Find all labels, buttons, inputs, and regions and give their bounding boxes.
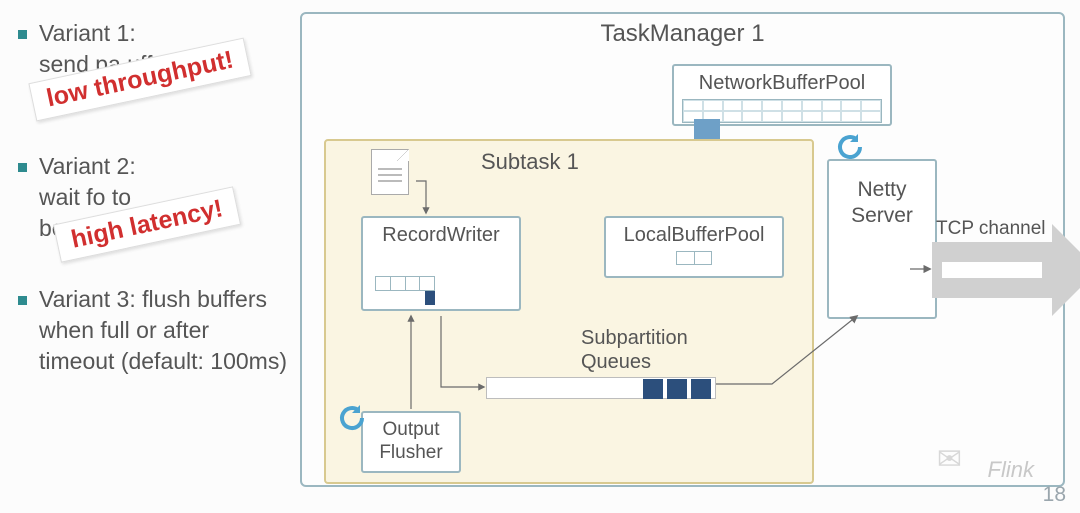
recordwriter-box: RecordWriter xyxy=(361,216,521,311)
subpartition-queue-bar xyxy=(486,377,716,399)
subtask-box: Subtask 1 RecordWriter LocalBufferPool S… xyxy=(324,139,814,484)
refresh-icon xyxy=(334,400,370,436)
tcp-channel-label: TCP channel xyxy=(936,218,1046,240)
subpartition-queues-label: Subpartition Queues xyxy=(581,326,688,374)
recordwriter-cells xyxy=(375,276,435,291)
networkbufferpool-label: NetworkBufferPool xyxy=(682,72,882,95)
queue-block xyxy=(691,379,711,399)
wechat-icon: ✉ xyxy=(937,442,962,477)
tcp-channel-arrow: TCP channel xyxy=(932,242,1080,298)
localbufferpool-box: LocalBufferPool xyxy=(604,216,784,278)
queue-block xyxy=(643,379,663,399)
document-icon xyxy=(371,149,409,195)
netty-server-box: Netty Server xyxy=(827,159,937,319)
localbufferpool-cells xyxy=(676,251,712,265)
networkbufferpool-box: NetworkBufferPool xyxy=(672,64,892,126)
queue-block xyxy=(667,379,687,399)
taskmanager-title: TaskManager 1 xyxy=(302,20,1063,48)
subtask-title: Subtask 1 xyxy=(481,149,579,175)
bullet-variant-3: Variant 3: flush buffers when full or af… xyxy=(18,284,288,377)
localbufferpool-label: LocalBufferPool xyxy=(614,224,774,247)
recordwriter-label: RecordWriter xyxy=(371,224,511,247)
bullet-dot xyxy=(18,296,27,305)
outputflusher-box: Output Flusher xyxy=(361,411,461,473)
outputflusher-label: Output Flusher xyxy=(379,419,442,463)
netty-server-label: Netty Server xyxy=(851,178,913,227)
page-number: 18 xyxy=(1043,483,1066,507)
bullet-dot xyxy=(18,30,27,39)
recordwriter-filled-cell xyxy=(425,291,435,305)
taskmanager-box: TaskManager 1 NetworkBufferPool Subtask … xyxy=(300,12,1065,487)
bullet-dot xyxy=(18,163,27,172)
bullet-text: Variant 3: flush buffers when full or af… xyxy=(39,284,288,377)
flink-watermark: Flink xyxy=(988,457,1034,483)
